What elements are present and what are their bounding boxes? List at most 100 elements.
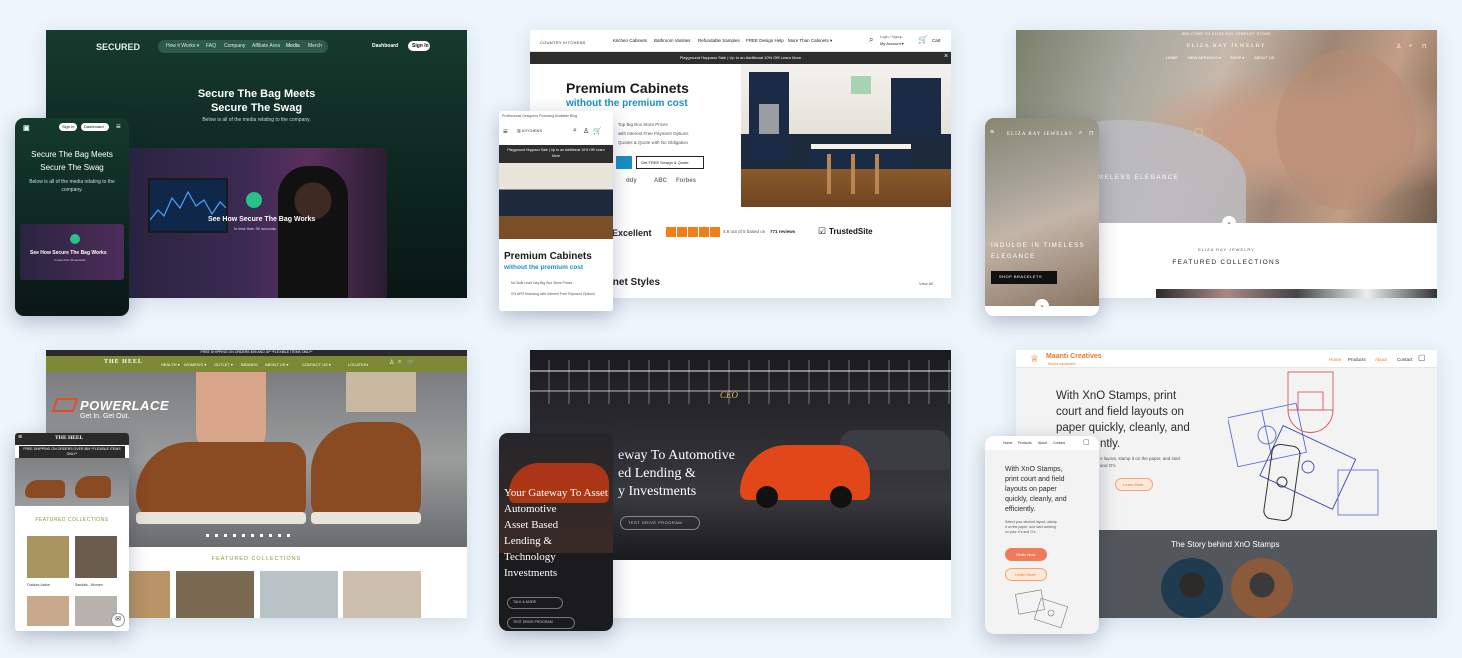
user-icon[interactable]: ♙ bbox=[389, 359, 394, 366]
heel-collection-2[interactable] bbox=[176, 571, 254, 618]
search-icon[interactable]: ⌕ bbox=[1409, 43, 1412, 50]
cabinets-account[interactable]: My Account ▾ bbox=[880, 41, 904, 46]
cabinets-styles-heading: inet Styles bbox=[610, 277, 661, 288]
cart-icon[interactable]: 🛒 bbox=[918, 35, 928, 44]
secure-nav-2[interactable]: Company bbox=[224, 43, 245, 49]
jewelry-mobile-logo[interactable]: ELIZA RAY JEWELRY bbox=[1007, 132, 1073, 137]
secure-nav-4[interactable]: Media bbox=[286, 43, 300, 49]
search-icon[interactable]: ⌕ bbox=[398, 359, 401, 366]
close-icon[interactable]: × bbox=[944, 53, 948, 60]
auto-mobile-headline-1: Automotive bbox=[504, 503, 557, 515]
user-icon[interactable]: ♙ bbox=[1396, 43, 1401, 50]
heel-nav-5[interactable]: CONTACT US ▾ bbox=[302, 362, 331, 367]
cabinets-reviews[interactable]: 771 reviews bbox=[770, 229, 795, 234]
jewelry-nav-home[interactable]: HOME bbox=[1166, 55, 1178, 60]
heel-brand: POWERLACE bbox=[80, 398, 169, 413]
auto-mobile-card[interactable]: Your Gateway To Asset Automotive Asset B… bbox=[499, 433, 613, 631]
xno-mobile-nav-home[interactable]: Home bbox=[1003, 441, 1012, 445]
jewelry-nav-shop[interactable]: SHOP ▾ bbox=[1230, 55, 1244, 60]
chat-icon[interactable]: ✉ bbox=[111, 613, 125, 627]
search-icon[interactable]: ⌕ bbox=[1079, 130, 1082, 137]
jewelry-nav-new[interactable]: NEW ARRIVALS ▾ bbox=[1188, 55, 1221, 60]
heel-logo[interactable]: THE HEEL bbox=[104, 359, 143, 365]
heel-mobile-card[interactable]: ≡ THE HEEL FREE SHIPPING ON ORDERS OVER … bbox=[15, 433, 129, 631]
menu-icon[interactable]: ≡ bbox=[503, 127, 508, 136]
jewelry-mobile-card[interactable]: ≡ ELIZA RAY JEWELRY ⌕ ⊓ INDULGE IN TIMEL… bbox=[985, 118, 1099, 316]
menu-icon[interactable]: ≡ bbox=[116, 122, 121, 131]
cabinets-mobile-card[interactable]: Professional Designers Financing Availab… bbox=[499, 111, 613, 311]
cabinets-nav-kitchen[interactable]: Kitchen Cabinets bbox=[613, 38, 647, 43]
jewelry-logo[interactable]: ELIZA RAY JEWELRY bbox=[1016, 43, 1437, 49]
xno-nav-products[interactable]: Products bbox=[1348, 357, 1366, 362]
xno-mobile-sub-0: Select your desired layout, stamp bbox=[1005, 520, 1057, 524]
cabinets-mobile-logo[interactable]: ▥ KITCHENS bbox=[517, 128, 542, 133]
heel-collection-4[interactable] bbox=[343, 571, 421, 618]
jewelry-nav-about[interactable]: ABOUT US bbox=[1254, 55, 1274, 60]
bag-icon[interactable]: ⊓ bbox=[1089, 130, 1094, 137]
cabinets-login[interactable]: Login / Signup bbox=[880, 35, 902, 39]
secure-nav-5[interactable]: Merch bbox=[308, 43, 322, 49]
bag-icon[interactable]: ▢ bbox=[1418, 353, 1426, 362]
xno-mobile-nav-contact[interactable]: Contact bbox=[1053, 441, 1065, 445]
auto-logo[interactable]: CEO bbox=[720, 390, 738, 400]
xno-nav-about[interactable]: About bbox=[1375, 357, 1387, 362]
xno-nav-home[interactable]: Home bbox=[1329, 357, 1341, 362]
heel-nav-2[interactable]: OUTLET ▾ bbox=[214, 362, 233, 367]
menu-icon[interactable]: ≡ bbox=[990, 129, 994, 136]
cabinets-banner-text[interactable]: Playground Huppanz Sale | Up to an Addit… bbox=[530, 55, 951, 60]
heel-mobile-collection-1[interactable] bbox=[27, 536, 69, 578]
heel-nav-1[interactable]: WOMEN'S ▾ bbox=[184, 362, 206, 367]
chevron-down-icon[interactable]: ⌄ bbox=[1222, 216, 1236, 230]
bag-icon[interactable]: ▢ bbox=[1083, 438, 1090, 446]
xno-nav-contact[interactable]: Contact bbox=[1397, 357, 1413, 362]
cabinets-logo[interactable]: COUNTRY KITCHENS bbox=[540, 40, 586, 45]
secure-logo[interactable]: SECURED bbox=[96, 42, 140, 52]
heel-mobile-collection-3[interactable] bbox=[27, 596, 69, 626]
cabinets-subhead: without the premium cost bbox=[566, 98, 688, 109]
secure-mobile-card[interactable]: ▣ Sign In Dashboard ≡ Secure The Bag Mee… bbox=[15, 118, 129, 316]
cabinets-mobile-banner-text[interactable]: Playground Huppanz Sale | Up to an Addit… bbox=[507, 147, 605, 159]
heel-nav-0[interactable]: HEALTH ▾ bbox=[161, 362, 180, 367]
play-icon[interactable] bbox=[70, 234, 80, 244]
secure-nav-1[interactable]: FAQ bbox=[206, 43, 216, 49]
search-icon[interactable]: ⌕ bbox=[869, 35, 873, 45]
auto-headline-1: eway To Automotive bbox=[618, 448, 735, 463]
heel-mobile-item-label-1: Outdoor Active bbox=[27, 583, 50, 587]
jewelry-collection-strip bbox=[1156, 289, 1437, 298]
heel-nav-4[interactable]: ABOUT US ▾ bbox=[265, 362, 289, 367]
cabinets-nav-bathroom[interactable]: Bathroom Vanities bbox=[654, 38, 690, 43]
heel-mobile-collection-2[interactable] bbox=[75, 536, 117, 578]
heel-collection-3[interactable] bbox=[260, 571, 338, 618]
heel-collection-1[interactable] bbox=[128, 571, 170, 618]
bag-icon[interactable]: ⊓ bbox=[1422, 43, 1427, 50]
chevron-down-icon[interactable]: ⌄ bbox=[1035, 299, 1049, 313]
xno-mobile-nav-about[interactable]: About bbox=[1038, 441, 1047, 445]
cabinets-nav-samples[interactable]: Refundable Samples bbox=[698, 38, 740, 43]
cabinets-cart[interactable]: Cart bbox=[932, 38, 941, 43]
press-logo-3: Forbes bbox=[676, 178, 697, 184]
xno-mobile-card[interactable]: Home Products About Contact ▢ With XnO S… bbox=[985, 436, 1099, 634]
cabinets-view-all[interactable]: View All bbox=[919, 281, 933, 286]
secure-nav-3[interactable]: Affiliate Area bbox=[252, 43, 280, 49]
secure-dashboard-link[interactable]: Dashboard bbox=[372, 43, 398, 49]
heel-mobile-logo[interactable]: THE HEEL bbox=[55, 435, 83, 441]
menu-icon[interactable]: ≡ bbox=[18, 434, 22, 441]
secure-mobile-video[interactable]: See How Secure The Bag Works In less tha… bbox=[20, 224, 124, 280]
search-icon[interactable]: ⌕ bbox=[573, 127, 577, 135]
heel-nav-3[interactable]: BRANDS bbox=[241, 362, 258, 367]
cabinets-headline: Premium Cabinets bbox=[566, 80, 689, 96]
heel-nav-6[interactable]: LOCATION bbox=[348, 362, 368, 367]
heel-mobile-banner: FREE SHIPPING ON ORDERS OVER $99 *FLEXIB… bbox=[19, 446, 125, 458]
xno-mobile-nav-products[interactable]: Products bbox=[1018, 441, 1032, 445]
xno-logo[interactable]: Maanti Creatives bbox=[1046, 353, 1102, 360]
user-icon[interactable]: ♙ bbox=[583, 127, 589, 135]
carousel-dots[interactable] bbox=[206, 534, 296, 537]
cart-icon[interactable]: 🛒 bbox=[407, 359, 414, 366]
cabinets-nav-more[interactable]: More Than Cabinets ▾ bbox=[788, 38, 832, 44]
cart-icon[interactable]: 🛒 bbox=[593, 127, 602, 135]
secure-nav-0[interactable]: How it Works ▾ bbox=[166, 43, 199, 49]
secure-video-player[interactable]: See How Secure The Bag Works In less tha… bbox=[128, 148, 387, 298]
cabinets-nav-design[interactable]: FREE Design Help bbox=[746, 38, 784, 43]
play-icon[interactable] bbox=[246, 192, 262, 208]
cabinets-bullet-3: Quotes & Quote with No Obligation bbox=[618, 140, 689, 145]
